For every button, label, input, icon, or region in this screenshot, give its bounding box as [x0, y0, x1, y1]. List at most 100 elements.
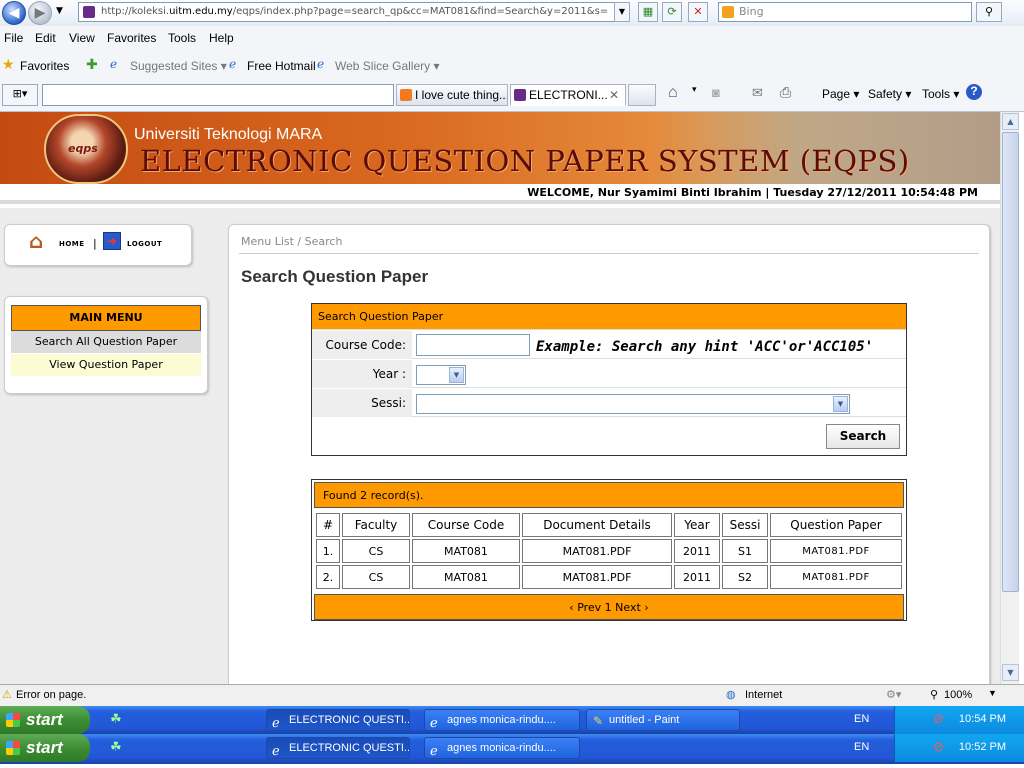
- menu-file[interactable]: File: [4, 31, 23, 45]
- search-go-icon[interactable]: ⚲: [976, 2, 1002, 22]
- scroll-up-icon[interactable]: ▲: [1002, 113, 1019, 130]
- zoom-icon[interactable]: ⚲: [930, 688, 938, 701]
- home-icon[interactable]: ⌂: [668, 84, 678, 102]
- fav-free-hotmail[interactable]: Free Hotmail: [247, 59, 316, 73]
- quicklaunch-icon[interactable]: ☘: [110, 740, 122, 755]
- question-paper-link[interactable]: MAT081.PDF: [770, 539, 902, 563]
- home-link[interactable]: HOME: [59, 240, 85, 248]
- address-bar-row: ◀ ▶ ▼ http://koleksi.uitm.edu.my/eqps/in…: [0, 0, 1024, 26]
- address-input[interactable]: http://koleksi.uitm.edu.my/eqps/index.ph…: [78, 2, 630, 22]
- pagination[interactable]: ‹ Prev 1 Next ›: [314, 594, 904, 620]
- print-icon[interactable]: ⎙: [780, 84, 791, 101]
- home-dropdown-icon[interactable]: ▾: [692, 84, 697, 95]
- command-safety[interactable]: Safety ▾: [868, 87, 911, 101]
- sessi-row: Sessi: ▼: [312, 389, 906, 417]
- quicklaunch-icon[interactable]: ☘: [110, 712, 122, 727]
- menu-view-question-paper[interactable]: View Question Paper: [11, 354, 201, 376]
- row-faculty: CS: [342, 565, 410, 589]
- menu-search-all[interactable]: Search All Question Paper: [11, 331, 201, 353]
- scroll-down-icon[interactable]: ▼: [1002, 664, 1019, 681]
- row-year: 2011: [674, 539, 720, 563]
- feeds-icon[interactable]: ◙: [712, 85, 720, 100]
- tab-row: ⊞▾ I love cute thing... ELECTRONI... ✕ ⌂…: [0, 80, 1024, 110]
- tray-network-icon[interactable]: ⊘: [933, 711, 944, 727]
- clock[interactable]: 10:54 PM: [959, 713, 1006, 725]
- task-electronic[interactable]: ℯ ELECTRONIC QUESTI...: [266, 737, 410, 759]
- row-number: 2.: [316, 565, 340, 589]
- tray-network-icon[interactable]: ⊘: [933, 739, 944, 755]
- system-tray: ⊘ 10:54 PM: [894, 706, 1024, 734]
- clock[interactable]: 10:52 PM: [959, 741, 1006, 753]
- zoom-level[interactable]: 100%: [944, 689, 972, 701]
- course-code-input[interactable]: [416, 334, 530, 356]
- task-agnes-monica[interactable]: ℯ agnes monica-rindu....: [424, 709, 580, 731]
- refresh-icon[interactable]: ⟳: [662, 2, 682, 22]
- search-form-header: Search Question Paper: [312, 304, 906, 330]
- logout-link[interactable]: LOGOUT: [127, 240, 162, 248]
- favorites-star-icon: ★: [2, 56, 15, 72]
- year-select[interactable]: ▼: [416, 365, 466, 385]
- address-dropdown-icon[interactable]: ▼: [614, 2, 630, 22]
- command-tools[interactable]: Tools ▾: [922, 87, 959, 101]
- vertical-scrollbar[interactable]: ▲ ▼: [1000, 112, 1019, 684]
- tab-blank-area: [42, 84, 394, 106]
- quick-tabs-icon[interactable]: ⊞▾: [2, 84, 38, 106]
- task-label: agnes monica-rindu....: [447, 742, 556, 754]
- taskbar-primary: start ☘ ℯ ELECTRONIC QUESTI... ℯ agnes mon…: [0, 706, 1024, 734]
- ie-icon: ℯ: [272, 743, 280, 758]
- chevron-down-icon[interactable]: ▼: [449, 367, 464, 383]
- fav-suggested-sites[interactable]: Suggested Sites ▾: [130, 59, 227, 73]
- warning-icon[interactable]: ⚠: [2, 688, 12, 701]
- tab-electronic[interactable]: ELECTRONI... ✕: [510, 84, 626, 106]
- favorites-button[interactable]: Favorites: [20, 59, 69, 73]
- menu-tools[interactable]: Tools: [168, 31, 196, 45]
- read-mail-icon[interactable]: ✉: [752, 85, 763, 101]
- tab-label: ELECTRONI...: [529, 88, 608, 102]
- system-tray: ⊘ 10:52 PM: [894, 734, 1024, 762]
- search-button[interactable]: Search: [826, 424, 900, 449]
- task-label: untitled - Paint: [609, 714, 680, 726]
- add-favorite-icon[interactable]: ✚: [86, 56, 98, 73]
- menu-help[interactable]: Help: [209, 31, 234, 45]
- compatibility-icon[interactable]: ▦: [638, 2, 658, 22]
- recent-pages-icon[interactable]: ▼: [56, 6, 63, 16]
- taskbar-secondary: start ☘ ℯ ELECTRONIC QUESTI... ℯ agnes mon…: [0, 734, 1024, 764]
- row-course-code: MAT081: [412, 565, 520, 589]
- sessi-select[interactable]: ▼: [416, 394, 850, 414]
- menu-edit[interactable]: Edit: [35, 31, 56, 45]
- question-paper-link[interactable]: MAT081.PDF: [770, 565, 902, 589]
- windows-logo-icon: [6, 741, 20, 755]
- logout-icon[interactable]: ➜: [103, 232, 121, 250]
- start-button[interactable]: start: [0, 734, 90, 762]
- start-button[interactable]: start: [0, 706, 90, 734]
- menu-view[interactable]: View: [69, 31, 95, 45]
- ie-page-icon: ℯ: [229, 57, 237, 71]
- language-indicator[interactable]: EN: [854, 741, 869, 753]
- status-message[interactable]: Error on page.: [16, 689, 86, 701]
- protected-mode-icon[interactable]: ⚙▾: [886, 688, 901, 701]
- task-label: ELECTRONIC QUESTI...: [289, 714, 410, 726]
- tab-i-love-cute-thing[interactable]: I love cute thing...: [396, 84, 508, 106]
- task-agnes-monica[interactable]: ℯ agnes monica-rindu....: [424, 737, 580, 759]
- nav-separator: |: [93, 237, 98, 250]
- close-tab-icon[interactable]: ✕: [609, 85, 619, 105]
- chevron-down-icon[interactable]: ▼: [833, 396, 848, 412]
- university-name: Universiti Teknologi MARA: [134, 126, 323, 143]
- forward-button[interactable]: ▶: [28, 1, 52, 25]
- language-indicator[interactable]: EN: [854, 713, 869, 725]
- task-paint[interactable]: ✎ untitled - Paint: [586, 709, 740, 731]
- new-tab-button[interactable]: [628, 84, 656, 106]
- home-icon[interactable]: ⌂: [29, 231, 51, 251]
- menu-favorites[interactable]: Favorites: [107, 31, 156, 45]
- bing-search-input[interactable]: Bing: [718, 2, 972, 22]
- help-icon[interactable]: ?: [966, 84, 982, 100]
- task-electronic[interactable]: ℯ ELECTRONIC QUESTI...: [266, 709, 410, 731]
- back-button[interactable]: ◀: [2, 1, 26, 25]
- scroll-thumb[interactable]: [1002, 132, 1019, 592]
- year-row: Year : ▼: [312, 360, 906, 388]
- fav-web-slice-gallery[interactable]: Web Slice Gallery ▾: [335, 59, 440, 73]
- zoom-dropdown-icon[interactable]: ▼: [988, 688, 997, 698]
- stop-icon[interactable]: ✕: [688, 2, 708, 22]
- command-page[interactable]: Page ▾: [822, 87, 859, 101]
- site-favicon-icon: [83, 6, 95, 18]
